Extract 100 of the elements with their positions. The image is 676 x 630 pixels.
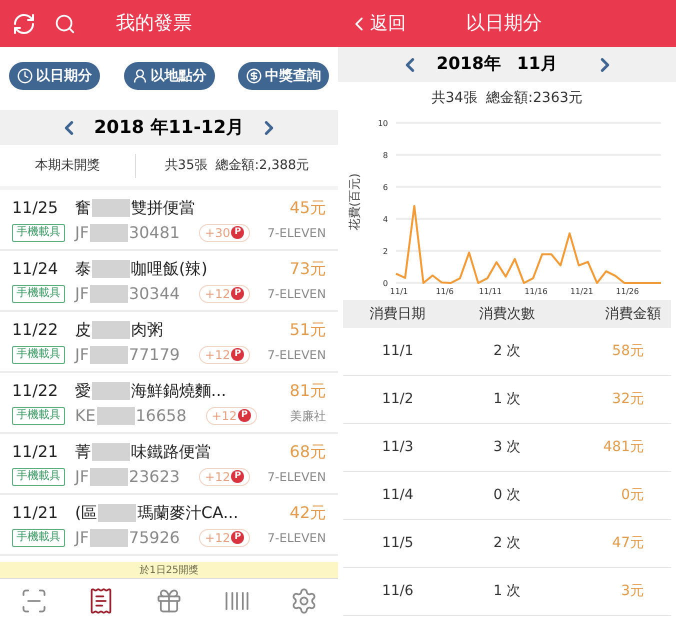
filter-button[interactable]: 中獎查詢: [238, 62, 329, 90]
point-icon: P: [238, 409, 251, 422]
invoice-row[interactable]: 11/24 泰 咖哩飯(辣) 73元 手機載具 JF 30344 +12 P 7-ELEVEN: [0, 251, 338, 312]
invoice-row[interactable]: 11/21 菁 味鐵路便當 68元 手機載具 JF 23623 +12 P 7-ELEVEN: [0, 434, 338, 495]
point-icon: P: [231, 348, 244, 361]
invoice-date: 11/21: [12, 440, 60, 462]
invoice-number-start: JF: [75, 282, 89, 304]
carrier-tag: 手機載具: [12, 284, 65, 302]
table-cell-text: 58元: [611, 342, 645, 361]
y-tick-label: 6: [382, 183, 388, 192]
table-cell-text: 32元: [611, 390, 645, 409]
month-label: 11月: [516, 52, 558, 76]
x-tick-label: 11/16: [524, 287, 548, 296]
x-tick-label: 11/21: [570, 287, 594, 296]
carrier-tag: 手機載具: [12, 406, 65, 424]
y-tick-label: 0: [382, 279, 388, 288]
item-name-end: 肉粥: [131, 318, 163, 340]
invoice-number-end: 75926: [128, 526, 181, 548]
invoice-amount: 51元: [290, 318, 326, 340]
point-icon: P: [231, 287, 244, 300]
point-icon: P: [231, 470, 244, 483]
table-cell-text: 3元: [620, 582, 645, 601]
redaction-blur: [90, 468, 128, 486]
redaction-blur: [92, 198, 130, 216]
table-cell-text: 11/2: [380, 390, 414, 409]
gift-icon[interactable]: [154, 587, 183, 615]
filter-button[interactable]: 以日期分: [9, 62, 100, 90]
y-tick-label: 2: [382, 247, 388, 256]
y-tick-label: 4: [382, 215, 388, 224]
store-name: 7-ELEVEN: [267, 468, 326, 486]
dollar-icon: [246, 68, 262, 84]
invoice-number-end: 30481: [128, 222, 181, 244]
redaction-blur: [96, 406, 135, 424]
table-cell-text: 2 次: [492, 342, 522, 361]
table-cell-text: 3 次: [492, 438, 522, 457]
invoice-date: 11/22: [12, 380, 60, 402]
invoice-date: 11/21: [12, 502, 60, 524]
redaction-blur: [90, 346, 128, 364]
table-cell-text: 0 次: [492, 486, 522, 505]
invoice-row[interactable]: 11/21 (區 瑪蘭麥汁CA... 42元 手機載具 JF 75926 +12 P 7-ELEVEN: [0, 495, 338, 556]
table-cell-text: 2 次: [492, 534, 522, 553]
back-button[interactable]: 返回: [348, 10, 406, 37]
invoice-amount: 73元: [290, 258, 326, 280]
item-name-end: 瑪蘭麥汁CA...: [137, 502, 238, 524]
summary-totals: 共35張 總金額:2,388元: [164, 156, 310, 175]
filter-button[interactable]: 以地點分: [124, 62, 214, 90]
notice-text: 於1日25開獎: [139, 564, 199, 578]
item-name-end: 味鐵路便當: [131, 440, 211, 462]
column-header: 消費次數: [478, 304, 536, 324]
redaction-blur: [92, 382, 130, 400]
invoice-number-end: 16658: [136, 404, 188, 426]
x-tick-label: 11/26: [616, 287, 639, 296]
settings-icon[interactable]: [290, 587, 318, 615]
y-axis-label: 花費(百元): [346, 173, 363, 231]
redaction-blur: [92, 442, 130, 460]
scan-icon[interactable]: [20, 587, 48, 615]
redaction-blur: [90, 528, 128, 546]
y-tick-label: 8: [382, 151, 388, 160]
invoice-number-start: JF: [75, 344, 89, 366]
carrier-tag: 手機載具: [12, 528, 65, 546]
points-badge: +12 P: [198, 346, 250, 364]
invoice-date: 11/24: [12, 258, 60, 280]
invoice-number-start: JF: [75, 222, 89, 244]
points-badge: +12 P: [198, 284, 250, 302]
invoice-amount: 42元: [290, 502, 326, 524]
year-label: 2018年: [436, 52, 501, 76]
invoice-number-end: 77179: [128, 344, 181, 366]
search-icon[interactable]: [54, 12, 76, 34]
x-tick-label: 11/11: [478, 287, 502, 296]
point-icon: P: [231, 226, 244, 239]
invoice-row[interactable]: 11/22 皮 肉粥 51元 手機載具 JF 77179 +12 P 7-ELEVEN: [0, 312, 338, 373]
x-tick-label: 11/1: [390, 287, 408, 296]
table-cell-text: 11/6: [380, 582, 414, 601]
invoice-row[interactable]: 11/25 奮 雙拼便當 45元 手機載具 JF 30481 +30 P 7-ELEVEN: [0, 190, 338, 251]
table-cell-text: 11/5: [380, 534, 414, 553]
table-cell-text: 11/1: [380, 342, 414, 361]
refresh-icon[interactable]: [12, 12, 36, 36]
item-name-end: 雙拼便當: [131, 196, 195, 218]
carrier-tag: 手機載具: [12, 346, 65, 364]
table-cell-text: 481元: [602, 438, 645, 457]
points-badge: +30 P: [198, 224, 250, 242]
invoice-amount: 81元: [290, 380, 326, 402]
redaction-blur: [98, 504, 136, 522]
item-name-start: 菁: [75, 440, 91, 462]
invoice-row[interactable]: 11/22 愛 海鮮鍋燒麵... 81元 手機載具 KE 16658 +12 P 美廉社: [0, 373, 338, 434]
redaction-blur: [90, 284, 128, 302]
item-name-end: 海鮮鍋燒麵...: [131, 380, 226, 402]
clock-icon: [17, 68, 33, 84]
item-name-start: 愛: [75, 380, 91, 402]
points-badge: +12 P: [198, 528, 250, 546]
invoice-amount: 68元: [290, 440, 326, 462]
table-cell-text: 1 次: [492, 390, 522, 409]
invoice-date: 11/22: [12, 318, 60, 340]
points-badge: +12 P: [206, 406, 257, 424]
invoice-number-end: 30344: [128, 282, 181, 304]
item-name-start: 泰: [75, 258, 91, 280]
table-cell-text: 0元: [620, 486, 645, 505]
store-name: 7-ELEVEN: [267, 346, 326, 364]
invoice-amount: 45元: [290, 196, 326, 218]
table-cell-text: 1 次: [492, 582, 522, 601]
